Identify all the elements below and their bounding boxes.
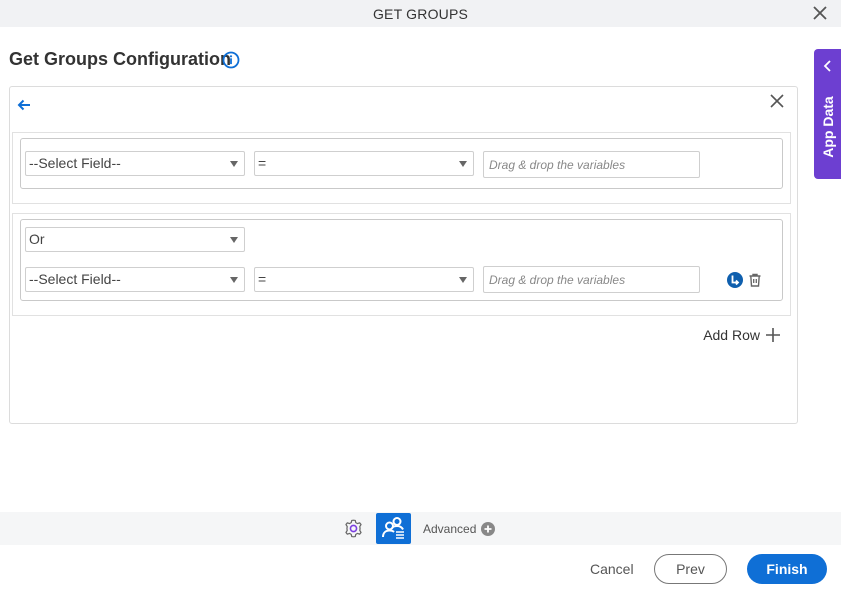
- trash-icon[interactable]: [747, 272, 763, 288]
- dropdown-arrow-icon: [459, 277, 467, 283]
- field-select[interactable]: --Select Field--: [25, 151, 245, 176]
- info-icon[interactable]: [222, 51, 240, 69]
- sub-condition-icon[interactable]: [727, 272, 743, 288]
- field-select-value: --Select Field--: [29, 271, 121, 287]
- advanced-button[interactable]: Advanced: [423, 522, 496, 536]
- dropdown-arrow-icon: [459, 161, 467, 167]
- close-icon[interactable]: [769, 93, 785, 109]
- window-title: GET GROUPS: [372, 6, 469, 22]
- dropdown-arrow-icon: [230, 237, 238, 243]
- operator-select-value: =: [258, 155, 267, 171]
- conditions-panel: --Select Field-- = Drag & drop the varia…: [9, 86, 798, 424]
- gear-icon[interactable]: [343, 518, 364, 539]
- app-data-label: App Data: [819, 96, 836, 158]
- field-select-value: --Select Field--: [29, 155, 121, 171]
- operator-select[interactable]: =: [254, 267, 474, 292]
- users-icon: [382, 517, 404, 539]
- value-placeholder: Drag & drop the variables: [489, 273, 626, 287]
- add-row-label: Add Row: [703, 327, 760, 343]
- advanced-label: Advanced: [423, 522, 477, 536]
- condition-group-1: --Select Field-- = Drag & drop the varia…: [12, 132, 791, 204]
- plus-circle-icon: [481, 522, 496, 536]
- finish-button[interactable]: Finish: [747, 554, 827, 584]
- back-arrow-icon[interactable]: [16, 97, 32, 113]
- page-title: Get Groups Configuration: [9, 49, 231, 69]
- operator-select-value: =: [258, 271, 267, 287]
- user-groups-button[interactable]: [376, 513, 411, 544]
- condition-row: Or --Select Field-- = Drag & drop the va…: [20, 219, 783, 301]
- field-select[interactable]: --Select Field--: [25, 267, 245, 292]
- add-row-button[interactable]: Add Row: [703, 327, 780, 343]
- bottom-toolbar: Advanced: [0, 512, 841, 545]
- logic-select-value: Or: [29, 231, 45, 247]
- operator-select[interactable]: =: [254, 151, 474, 176]
- title-bar: GET GROUPS: [0, 0, 841, 27]
- condition-group-2: Or --Select Field-- = Drag & drop the va…: [12, 213, 791, 316]
- cancel-button[interactable]: Cancel: [590, 561, 634, 577]
- plus-icon: [766, 328, 780, 342]
- dropdown-arrow-icon: [230, 277, 238, 283]
- condition-row: --Select Field-- = Drag & drop the varia…: [20, 138, 783, 189]
- value-drop-input[interactable]: Drag & drop the variables: [483, 151, 700, 178]
- prev-button[interactable]: Prev: [654, 554, 727, 584]
- logic-select[interactable]: Or: [25, 227, 245, 252]
- close-icon[interactable]: [811, 4, 829, 22]
- value-placeholder: Drag & drop the variables: [489, 158, 626, 172]
- chevron-left-icon: [823, 60, 831, 72]
- value-drop-input[interactable]: Drag & drop the variables: [483, 266, 700, 293]
- app-data-tab[interactable]: App Data: [814, 49, 841, 179]
- dropdown-arrow-icon: [230, 161, 238, 167]
